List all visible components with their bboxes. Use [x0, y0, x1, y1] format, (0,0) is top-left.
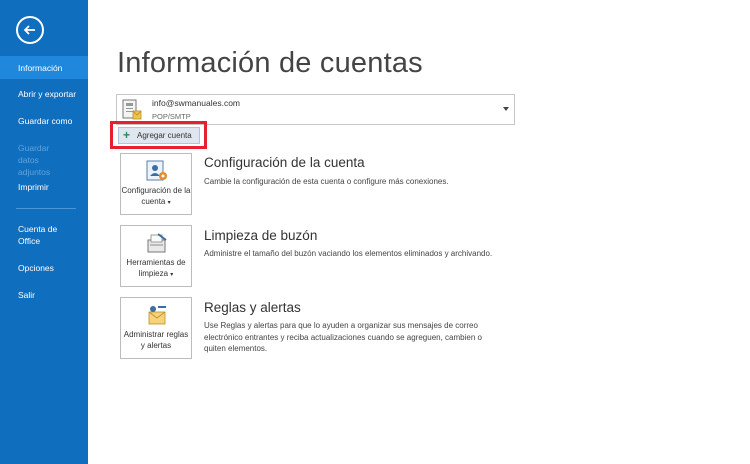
account-card-icon: [122, 99, 142, 120]
account-settings-tile[interactable]: Configuración de la cuenta ▾: [120, 153, 192, 215]
page-title: Información de cuentas: [117, 47, 423, 79]
rules-alerts-tile[interactable]: Administrar reglas y alertas: [120, 297, 192, 359]
nav-item-informacion[interactable]: Información: [0, 56, 88, 79]
main-content: Información de cuentas info@swmanuales.c…: [88, 0, 750, 464]
account-type: POP/SMTP: [152, 112, 191, 121]
cleanup-tools-icon: [147, 233, 167, 253]
nav-item-imprimir[interactable]: Imprimir: [0, 181, 88, 193]
rules-alerts-tile-label: Administrar reglas y alertas: [123, 330, 189, 350]
rules-alerts-description: Use Reglas y alertas para que lo ayuden …: [204, 321, 482, 353]
mailbox-cleanup-description: Administre el tamaño del buzón vaciando …: [204, 249, 493, 258]
nav-item-abrir-exportar[interactable]: Abrir y exportar: [0, 88, 88, 100]
nav-item-salir[interactable]: Salir: [0, 289, 88, 301]
back-button[interactable]: [16, 16, 44, 44]
chevron-down-icon: ▾: [170, 272, 174, 278]
nav-item-cuenta-office[interactable]: Cuenta de Office: [0, 223, 70, 247]
account-settings-title: Configuración de la cuenta: [204, 155, 365, 170]
dropdown-arrow-icon: [503, 107, 509, 111]
nav-item-guardar-adjuntos[interactable]: Guardar datos adjuntos: [0, 142, 72, 178]
plus-icon: +: [123, 128, 131, 142]
nav-item-guardar-como[interactable]: Guardar como: [0, 115, 88, 127]
account-email: info@swmanuales.com: [152, 98, 240, 108]
account-settings-description: Cambie la configuración de esta cuenta o…: [204, 177, 449, 186]
rules-alerts-title: Reglas y alertas: [204, 300, 301, 315]
cleanup-tools-tile-label: Herramientas de limpieza ▾: [126, 258, 186, 278]
account-settings-icon: [146, 160, 167, 181]
cleanup-tools-tile[interactable]: Herramientas de limpieza ▾: [120, 225, 192, 287]
add-account-label: Agregar cuenta: [137, 131, 192, 140]
back-arrow-icon: [23, 25, 35, 35]
rules-alerts-icon: [148, 306, 166, 325]
account-settings-tile-label: Configuración de la cuenta ▾: [121, 186, 191, 206]
mailbox-cleanup-title: Limpieza de buzón: [204, 228, 318, 243]
chevron-down-icon: ▾: [167, 200, 171, 206]
backstage-sidebar: Información Abrir y exportar Guardar com…: [0, 0, 88, 464]
nav-separator: [16, 208, 76, 209]
add-account-button[interactable]: + Agregar cuenta: [118, 127, 200, 144]
nav-item-opciones[interactable]: Opciones: [0, 262, 88, 274]
